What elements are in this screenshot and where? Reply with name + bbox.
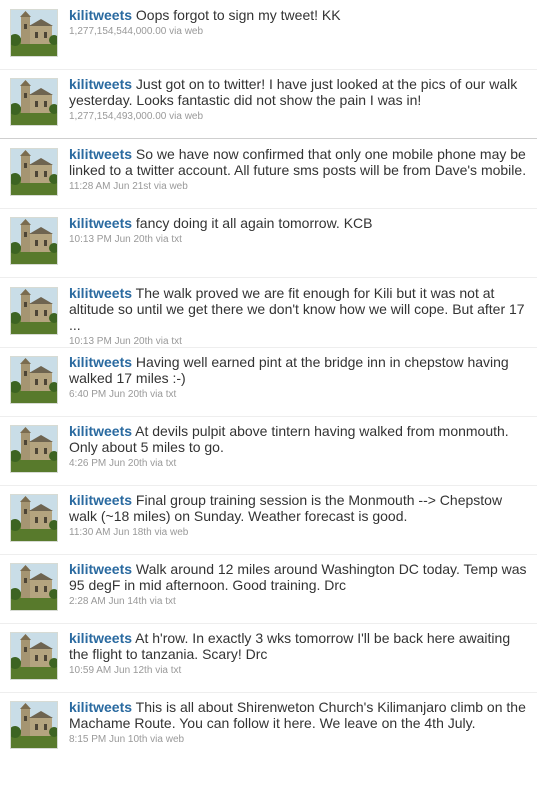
screen-name-link[interactable]: kilitweets [69,7,132,23]
source-label: txt [165,596,176,607]
via-label: via [169,26,182,37]
source-label: txt [170,665,182,676]
tweet-body: kilitweets The walk proved we are fit en… [69,285,527,348]
via-label: via [150,734,163,745]
tweet-text: Walk around 12 miles around Washington D… [69,561,527,593]
screen-name-link[interactable]: kilitweets [69,285,132,301]
tweet-body: kilitweets Having well earned pint at th… [69,354,527,401]
screen-name-link[interactable]: kilitweets [69,492,132,508]
tweet-meta: 10:13 PM Jun 20th via txt [69,234,527,246]
via-label: via [153,181,167,192]
via-label: via [150,458,163,469]
timestamp-link[interactable]: 6:40 PM Jun 20th [69,389,147,400]
tweet-meta: 10:59 AM Jun 12th via txt [69,665,527,677]
tweet-text: This is all about Shirenweton Church's K… [69,699,526,731]
tweet-body: kilitweets This is all about Shirenweton… [69,699,527,746]
tweet-meta: 2:28 AM Jun 14th via txt [69,596,527,608]
church-avatar-icon[interactable] [10,9,58,57]
tweet-row: kilitweets Having well earned pint at th… [0,347,537,417]
source-label: web [184,26,204,37]
timestamp-link[interactable]: 10:13 PM Jun 20th [69,234,153,245]
screen-name-link[interactable]: kilitweets [69,76,132,92]
timestamp-link[interactable]: 8:15 PM Jun 10th [69,734,147,745]
tweet-body: kilitweets Walk around 12 miles around W… [69,561,527,608]
tweet-row: kilitweets At devils pulpit above tinter… [0,416,537,486]
timestamp-link[interactable]: 1,277,154,544,000.00 [69,26,166,37]
screen-name-link[interactable]: kilitweets [69,354,132,370]
church-avatar-icon[interactable] [10,356,58,404]
tweet-meta: 1,277,154,493,000.00 via web [69,111,527,123]
screen-name-link[interactable]: kilitweets [69,630,132,646]
tweet-meta: 1,277,154,544,000.00 via web [69,26,527,38]
tweet-row: kilitweets Just got on to twitter! I hav… [0,69,537,139]
tweet-text: At devils pulpit above tintern having wa… [69,423,509,455]
church-avatar-icon[interactable] [10,148,58,196]
source-label: web [169,181,188,192]
tweet-text: fancy doing it all again tomorrow. KCB [135,215,373,231]
screen-name-link[interactable]: kilitweets [69,561,132,577]
timestamp-link[interactable]: 2:28 AM Jun 14th [69,596,147,607]
source-label: web [170,527,189,538]
tweet-row: kilitweets Final group training session … [0,485,537,555]
tweet-meta: 4:26 PM Jun 20th via txt [69,458,527,470]
tweet-timeline: kilitweets Oops forgot to sign my tweet!… [0,0,537,801]
source-label: web [184,111,204,122]
tweet-text: So we have now confirmed that only one m… [69,146,527,178]
church-avatar-icon[interactable] [10,217,58,265]
church-avatar-icon[interactable] [10,425,58,473]
via-label: via [150,389,163,400]
tweet-text: Final group training session is the Monm… [69,492,503,524]
source-label: txt [171,336,182,347]
church-avatar-icon[interactable] [10,632,58,680]
church-avatar-icon[interactable] [10,563,58,611]
tweet-row: kilitweets This is all about Shirenweton… [0,692,537,762]
screen-name-link[interactable]: kilitweets [69,699,132,715]
via-label: via [169,111,182,122]
tweet-meta: 6:40 PM Jun 20th via txt [69,389,527,401]
tweet-meta: 8:15 PM Jun 10th via web [69,734,527,746]
timestamp-link[interactable]: 4:26 PM Jun 20th [69,458,147,469]
church-avatar-icon[interactable] [10,78,58,126]
tweet-text: Having well earned pint at the bridge in… [69,354,509,386]
tweet-body: kilitweets At devils pulpit above tinter… [69,423,527,470]
screen-name-link[interactable]: kilitweets [69,215,132,231]
source-label: web [165,734,185,745]
tweet-row: kilitweets Oops forgot to sign my tweet!… [0,0,537,70]
screen-name-link[interactable]: kilitweets [69,146,132,162]
timestamp-link[interactable]: 11:28 AM Jun 21st [69,181,151,192]
tweet-text: Oops forgot to sign my tweet! KK [135,7,341,23]
source-label: txt [171,234,182,245]
tweet-body: kilitweets Final group training session … [69,492,527,539]
church-avatar-icon[interactable] [10,494,58,542]
tweet-text: At h'row. In exactly 3 wks tomorrow I'll… [69,630,511,662]
source-label: txt [165,458,177,469]
church-avatar-icon[interactable] [10,701,58,749]
tweet-row: kilitweets At h'row. In exactly 3 wks to… [0,623,537,693]
via-label: via [155,234,169,245]
timestamp-link[interactable]: 11:30 AM Jun 18th [69,527,152,538]
tweet-body: kilitweets fancy doing it all again tomo… [69,215,527,246]
timestamp-link[interactable]: 10:59 AM Jun 12th [69,665,152,676]
tweet-meta: 11:30 AM Jun 18th via web [69,527,527,539]
screen-name-link[interactable]: kilitweets [69,423,132,439]
via-label: via [155,665,168,676]
timestamp-link[interactable]: 1,277,154,493,000.00 [69,111,166,122]
tweet-row: kilitweets The walk proved we are fit en… [0,278,537,348]
via-label: via [149,596,163,607]
source-label: txt [165,389,177,400]
tweet-text: Just got on to twitter! I have just look… [69,76,518,108]
church-avatar-icon[interactable] [10,287,58,335]
tweet-text: The walk proved we are fit enough for Ki… [69,285,525,333]
via-label: via [155,336,169,347]
tweet-row: kilitweets fancy doing it all again tomo… [0,208,537,278]
tweet-body: kilitweets So we have now confirmed that… [69,146,527,193]
tweet-row: kilitweets So we have now confirmed that… [0,139,537,209]
timestamp-link[interactable]: 10:13 PM Jun 20th [69,336,153,347]
tweet-row: kilitweets Walk around 12 miles around W… [0,554,537,624]
tweet-meta: 11:28 AM Jun 21st via web [69,181,527,193]
via-label: via [154,527,168,538]
tweet-body: kilitweets Oops forgot to sign my tweet!… [69,7,527,38]
tweet-body: kilitweets At h'row. In exactly 3 wks to… [69,630,527,677]
tweet-body: kilitweets Just got on to twitter! I hav… [69,76,527,123]
